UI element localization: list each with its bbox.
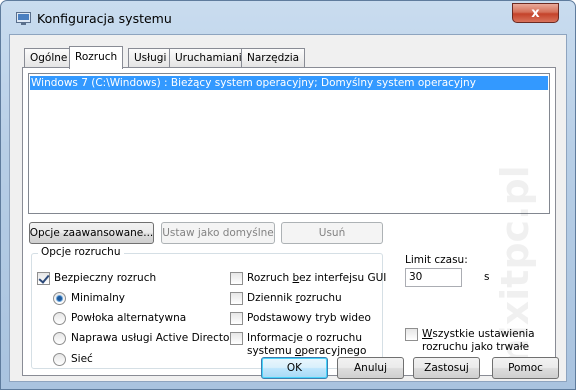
tab-label: Rozruch <box>75 51 118 63</box>
minimal-radio[interactable] <box>53 292 66 305</box>
os-boot-info-option[interactable]: Informacje o rozruchu systemu operacyjneg… <box>230 332 366 358</box>
tab-services[interactable]: Usługi <box>128 48 173 68</box>
base-video-option[interactable]: Podstawowy tryb wideo <box>230 312 371 325</box>
tab-label: Ogólne <box>30 52 68 64</box>
make-permanent-option[interactable]: Wszystkie ustawienia rozruchu jako trwałe <box>405 328 535 354</box>
minimal-option[interactable]: Minimalny <box>53 292 125 305</box>
network-label: Sieć <box>71 353 93 365</box>
alternate-shell-label: Powłoka alternatywna <box>71 312 187 324</box>
tab-label: Narzędzia <box>247 52 300 64</box>
tab-label: Usługi <box>134 52 167 64</box>
window-title: Konfiguracja systemu <box>37 11 172 26</box>
os-listbox[interactable]: Windows 7 (C:\Windows) : Bieżący system … <box>28 73 550 214</box>
ad-repair-radio[interactable] <box>53 332 66 345</box>
safe-boot-option[interactable]: Bezpieczny rozruch <box>37 272 156 285</box>
system-configuration-window: Konfiguracja systemu x Ogólne Rozruch Us… <box>0 0 576 390</box>
tab-boot[interactable]: Rozruch <box>69 46 124 69</box>
no-gui-boot-option[interactable]: Rozruch bez interfejsu GUI <box>230 272 386 285</box>
alternate-shell-radio[interactable] <box>53 312 66 325</box>
network-option[interactable]: Sieć <box>53 353 93 366</box>
no-gui-boot-label: Rozruch bez interfejsu GUI <box>247 272 387 284</box>
base-video-checkbox[interactable] <box>230 312 243 325</box>
close-icon: x <box>531 5 540 21</box>
advanced-options-button[interactable]: Opcje zaawansowane... <box>29 222 154 244</box>
base-video-label: Podstawowy tryb wideo <box>247 312 371 324</box>
minimal-label: Minimalny <box>71 292 125 304</box>
no-gui-boot-checkbox[interactable] <box>230 272 243 285</box>
ad-repair-option[interactable]: Naprawa usługi Active Directory <box>53 332 240 345</box>
tab-general[interactable]: Ogólne <box>24 48 74 68</box>
make-permanent-checkbox[interactable] <box>405 328 418 341</box>
boot-log-label: Dziennik rozruchu <box>247 292 342 304</box>
tab-tools[interactable]: Narzędzia <box>241 48 306 68</box>
dialog-client-area: Ogólne Rozruch Usługi Uruchamianie Narzę… <box>9 34 567 382</box>
alternate-shell-option[interactable]: Powłoka alternatywna <box>53 312 186 325</box>
timeout-unit: s <box>484 271 490 283</box>
ad-repair-label: Naprawa usługi Active Directory <box>71 332 240 344</box>
msconfig-icon <box>16 12 31 25</box>
set-default-button[interactable]: Ustaw jako domyślne <box>161 222 275 244</box>
help-button[interactable]: Pomoc <box>492 357 559 379</box>
boot-options-legend: Opcje rozruchu <box>38 246 124 258</box>
close-button[interactable]: x <box>512 3 559 23</box>
timeout-label: Limit czasu: <box>405 254 468 266</box>
boot-log-option[interactable]: Dziennik rozruchu <box>230 292 342 305</box>
tab-label: Uruchamianie <box>175 52 249 64</box>
network-radio[interactable] <box>53 353 66 366</box>
boot-tab-panel: Windows 7 (C:\Windows) : Bieżący system … <box>22 67 556 378</box>
delete-button[interactable]: Usuń <box>281 222 383 244</box>
boot-log-checkbox[interactable] <box>230 292 243 305</box>
timeout-input[interactable]: 30 <box>405 268 462 287</box>
title-bar[interactable]: Konfiguracja systemu x <box>1 1 575 35</box>
ok-button[interactable]: OK <box>261 357 328 379</box>
safe-boot-checkbox[interactable] <box>37 272 50 285</box>
os-boot-info-checkbox[interactable] <box>230 332 243 345</box>
os-list-item[interactable]: Windows 7 (C:\Windows) : Bieżący system … <box>30 76 548 90</box>
os-boot-info-label: Informacje o rozruchu systemu operacyjneg… <box>247 332 367 357</box>
make-permanent-label: Wszystkie ustawienia rozruchu jako trwałe <box>422 328 535 353</box>
cancel-button[interactable]: Anuluj <box>337 357 404 379</box>
safe-boot-label: Bezpieczny rozruch <box>54 272 157 284</box>
apply-button[interactable]: Zastosuj <box>413 357 480 379</box>
